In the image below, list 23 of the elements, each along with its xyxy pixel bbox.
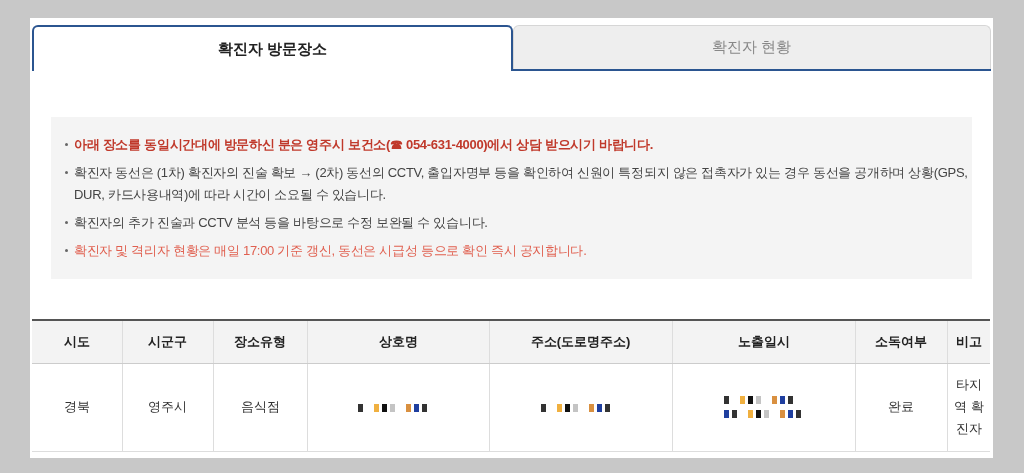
pixelated-text-icon (723, 393, 804, 421)
notice-text: 아래 장소를 동일시간대에 방문하신 분은 영주시 보건소(☎ 054-631-4000)에서 상담 받으시기 바랍니다. (74, 136, 654, 154)
bullet-icon (65, 143, 68, 146)
column-header: 장소유형 (213, 320, 307, 363)
notice-text: 확진자의 추가 진술과 CCTV 분석 등을 바탕으로 수정 보완될 수 있습니다. (74, 214, 488, 232)
bullet-icon (65, 249, 68, 252)
table-cell: 경북 (63, 399, 90, 415)
notice-text: 확진자 동선은 (1차) 확진자의 진술 확보 → (2차) 동선의 CCTV, 출입자명부 등을 확인하여 신원이 특정되지 않은 접촉자가 있는 경우 동선을 공개하며 상황(GPS, DUR, 카드사용내역)에 따라 시간이 소요될 수 있습니다. (74, 164, 968, 204)
table-cell: 영주시 (148, 399, 187, 415)
column-header: 시도 (32, 320, 122, 363)
notice-text: 확진자 및 격리자 현황은 매일 17:00 기준 갱신, 동선은 시급성 등으로 확인 즉시 공지합니다. (74, 242, 587, 260)
column-header: 소독여부 (855, 320, 947, 363)
column-header: 노출일시 (672, 320, 855, 363)
column-header: 상호명 (307, 320, 489, 363)
column-header: 비고 (947, 320, 990, 363)
tab[interactable]: 확진자 방문장소 (32, 25, 513, 71)
table-cell: 완료 (888, 399, 914, 415)
table-cell: 타지역 확진자 (953, 377, 984, 436)
column-header: 주소(도로명주소) (489, 320, 672, 363)
column-header: 시군구 (122, 320, 213, 363)
bullet-icon (65, 221, 68, 224)
table-cell: 음식점 (240, 399, 280, 415)
bullet-icon (65, 171, 68, 174)
